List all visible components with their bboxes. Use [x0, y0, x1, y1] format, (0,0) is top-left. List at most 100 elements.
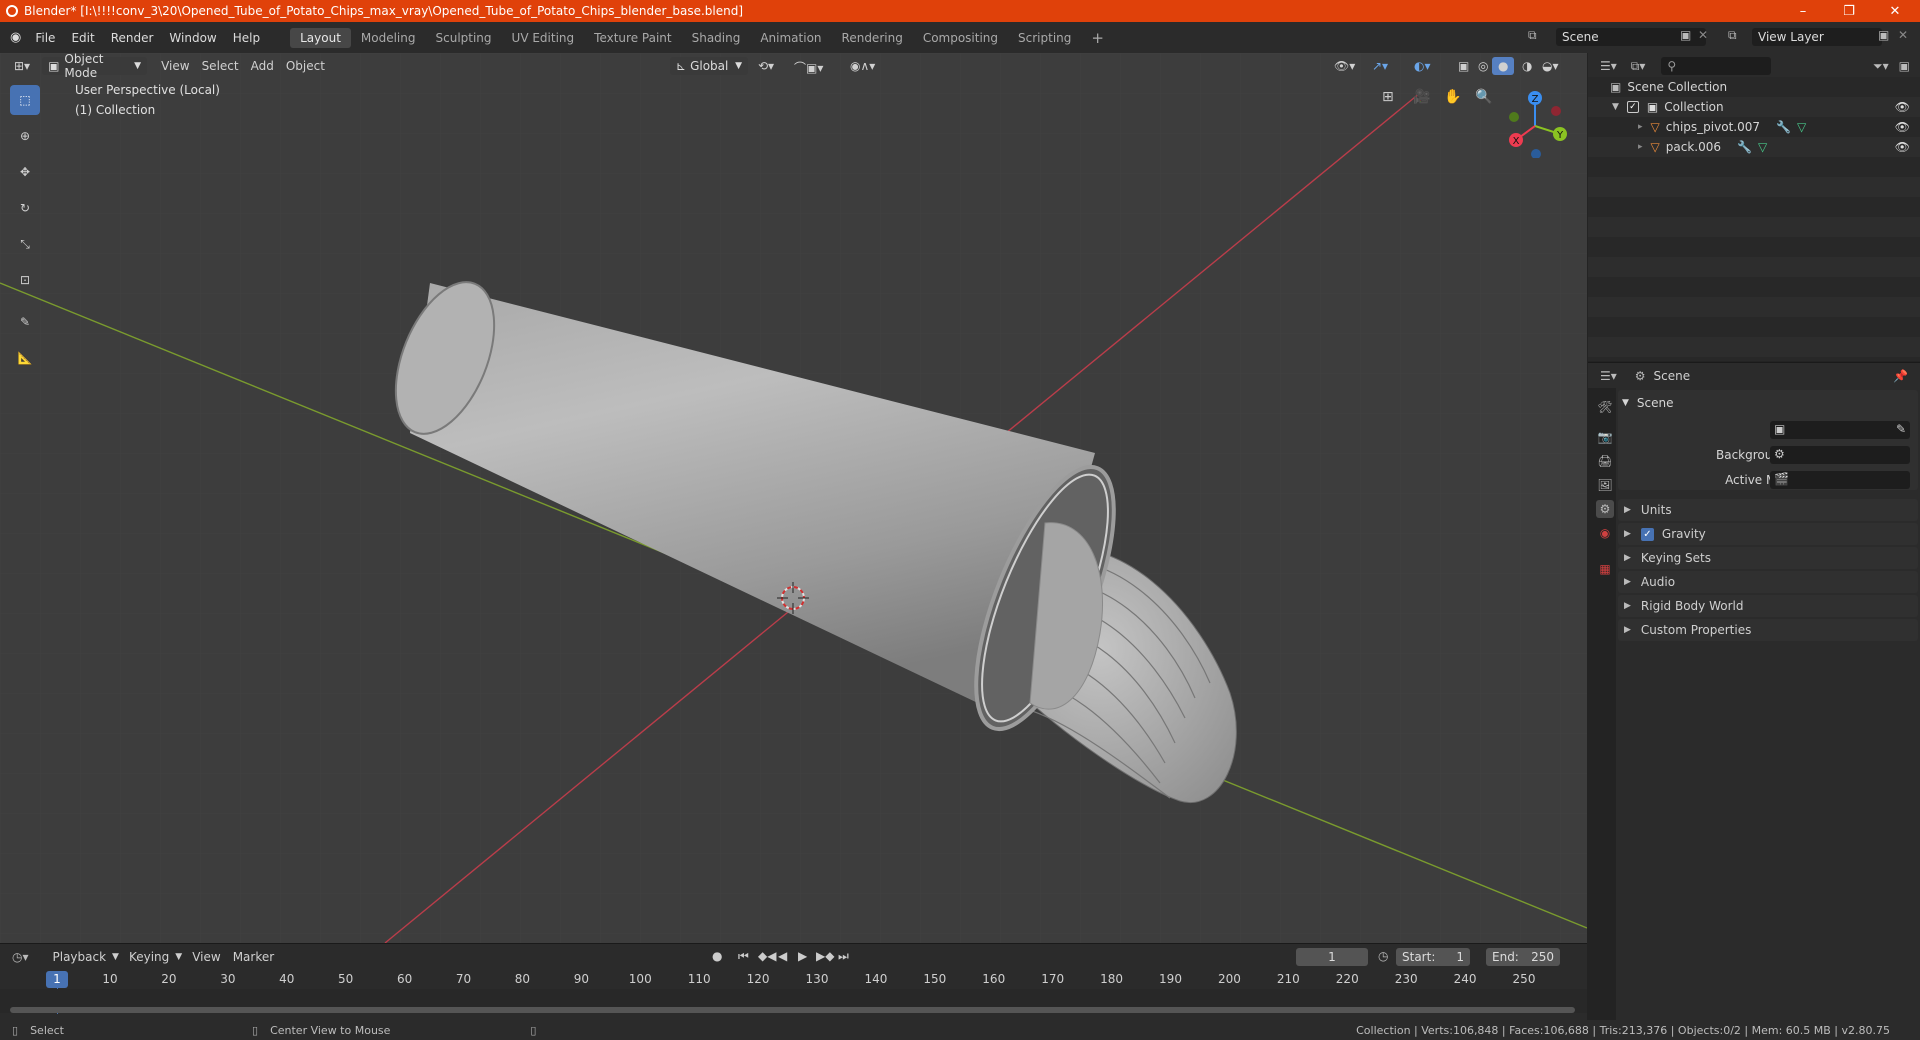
- timeline-scrollbar[interactable]: [10, 1007, 1575, 1013]
- menu-file[interactable]: File: [27, 31, 63, 45]
- viewport-menu-add[interactable]: Add: [245, 57, 280, 75]
- snap-icon[interactable]: ⌒▣▾: [788, 57, 829, 78]
- timeline-menu-view[interactable]: View: [186, 948, 226, 966]
- new-scene-icon[interactable]: ▣: [1680, 28, 1691, 42]
- maximize-button[interactable]: ❐: [1826, 0, 1872, 22]
- tab-layout[interactable]: Layout: [290, 27, 351, 48]
- gizmo-toggle-icon[interactable]: ↗▾: [1366, 57, 1394, 75]
- section-rigid-body-world[interactable]: ▶ Rigid Body World: [1618, 595, 1918, 617]
- blender-menu-icon[interactable]: ◉: [10, 30, 21, 45]
- render-tab-icon[interactable]: 📷: [1596, 428, 1614, 446]
- viewport-menu-object[interactable]: Object: [280, 57, 331, 75]
- view-layer-field[interactable]: View Layer: [1752, 28, 1882, 46]
- transform-tool[interactable]: ⊡: [10, 265, 40, 295]
- outliner-editor-icon[interactable]: ☰▾: [1600, 59, 1617, 73]
- timeline-menu-playback[interactable]: Playback: [47, 948, 113, 966]
- menu-render[interactable]: Render: [103, 31, 162, 45]
- menu-window[interactable]: Window: [161, 31, 224, 45]
- outliner-search-input[interactable]: ⚲: [1661, 57, 1772, 75]
- start-frame-field[interactable]: Start: 1: [1396, 948, 1470, 966]
- scene-selector-icon[interactable]: ⧉: [1528, 28, 1537, 43]
- new-view-layer-icon[interactable]: ▣: [1878, 28, 1889, 42]
- collection-checkbox[interactable]: ✓: [1626, 101, 1639, 113]
- scale-tool[interactable]: ⤡: [10, 229, 40, 259]
- prev-keyframe-icon[interactable]: ◆◀: [758, 949, 776, 963]
- tab-texture-paint[interactable]: Texture Paint: [584, 28, 681, 48]
- view-layer-tab-icon[interactable]: 🖼: [1596, 476, 1614, 494]
- gravity-checkbox[interactable]: ✓: [1640, 527, 1654, 541]
- section-keying-sets[interactable]: ▶ Keying Sets: [1618, 547, 1918, 569]
- outliner-row-chips-pivot[interactable]: ▸ ▽ chips_pivot.007 🔧 ▽ 👁: [1588, 117, 1920, 137]
- record-icon[interactable]: ●: [712, 949, 722, 963]
- output-tab-icon[interactable]: 🖨: [1596, 452, 1614, 470]
- tab-uv-editing[interactable]: UV Editing: [502, 28, 585, 48]
- filter-icon[interactable]: ⏷▾: [1873, 59, 1889, 74]
- close-button[interactable]: ✕: [1872, 0, 1918, 22]
- play-icon[interactable]: ▶: [798, 949, 807, 963]
- add-workspace-button[interactable]: +: [1081, 26, 1114, 50]
- viewport-menu-view[interactable]: View: [155, 57, 195, 75]
- expand-arrow-icon[interactable]: ▼: [1612, 102, 1619, 112]
- view-layer-icon[interactable]: ⧉: [1728, 28, 1737, 43]
- end-frame-field[interactable]: End: 250: [1486, 948, 1560, 966]
- object-mode-dropdown[interactable]: ▣ Object Mode ▼: [42, 53, 148, 80]
- expand-arrow-icon[interactable]: ▸: [1638, 142, 1643, 152]
- eyedropper-icon[interactable]: ✎: [1896, 422, 1906, 436]
- remove-view-layer-icon[interactable]: ✕: [1898, 28, 1908, 42]
- outliner-row-collection[interactable]: ▼ ✓ ▣ Collection 👁: [1588, 97, 1920, 117]
- camera-view-icon[interactable]: 🎥: [1413, 89, 1430, 105]
- cursor-tool[interactable]: ⊕: [10, 121, 40, 151]
- eye-icon[interactable]: 👁: [1895, 120, 1910, 134]
- camera-field[interactable]: ▣ ✎: [1770, 421, 1910, 439]
- properties-editor-icon[interactable]: ☰▾: [1600, 369, 1617, 383]
- timeline-menu-marker[interactable]: Marker: [227, 948, 280, 966]
- section-units[interactable]: ▶ Units: [1618, 499, 1918, 521]
- tab-compositing[interactable]: Compositing: [913, 28, 1008, 48]
- menu-help[interactable]: Help: [225, 31, 268, 45]
- display-mode-icon[interactable]: ⧉▾: [1631, 59, 1646, 74]
- solid-shading-icon[interactable]: ●: [1492, 57, 1515, 75]
- rendered-shading-icon[interactable]: ◒▾: [1536, 57, 1565, 75]
- visibility-icon[interactable]: 👁▾: [1328, 57, 1361, 75]
- overlay-toggle-icon[interactable]: ◐▾: [1408, 57, 1437, 75]
- eye-icon[interactable]: 👁: [1895, 100, 1910, 114]
- eye-icon[interactable]: 👁: [1895, 140, 1910, 154]
- scene-panel-header[interactable]: ▼ Scene: [1622, 392, 1920, 414]
- proportional-edit-icon[interactable]: ◉∧▾: [844, 57, 881, 75]
- play-reverse-icon[interactable]: ◀: [778, 949, 787, 963]
- editor-type-icon[interactable]: ⊞▾: [8, 57, 36, 75]
- background-scene-field[interactable]: ⚙: [1770, 446, 1910, 464]
- remove-scene-icon[interactable]: ✕: [1698, 28, 1708, 42]
- pan-hand-icon[interactable]: ✋: [1444, 89, 1461, 105]
- zoom-icon[interactable]: 🔍: [1475, 89, 1492, 105]
- pivot-icon[interactable]: ⟲▾: [752, 57, 780, 75]
- tab-shading[interactable]: Shading: [682, 28, 751, 48]
- tool-tab-icon[interactable]: 🛠: [1596, 398, 1614, 416]
- clock-icon[interactable]: ◷: [1378, 949, 1388, 963]
- texture-tab-icon[interactable]: ▦: [1596, 560, 1614, 578]
- minimize-button[interactable]: –: [1780, 0, 1826, 22]
- viewport-menu-select[interactable]: Select: [196, 57, 245, 75]
- section-custom-properties[interactable]: ▶ Custom Properties: [1618, 619, 1918, 641]
- menu-edit[interactable]: Edit: [63, 31, 102, 45]
- new-collection-icon[interactable]: ▣: [1899, 59, 1910, 73]
- jump-start-icon[interactable]: ⏮: [738, 949, 749, 964]
- toggle-perspective-icon[interactable]: ⊞: [1382, 89, 1394, 105]
- orientation-dropdown[interactable]: ⊾ Global ▼: [670, 57, 748, 75]
- 3d-viewport[interactable]: ⊞▾ ▣ Object Mode ▼ View Select Add Objec…: [0, 53, 1587, 943]
- active-movie-clip-field[interactable]: 🎬: [1770, 471, 1910, 489]
- tab-sculpting[interactable]: Sculpting: [426, 28, 502, 48]
- next-keyframe-icon[interactable]: ▶◆: [816, 949, 834, 963]
- select-box-tool[interactable]: ⬚: [10, 85, 40, 115]
- move-tool[interactable]: ✥: [10, 157, 40, 187]
- scene-tab-icon[interactable]: ⚙: [1596, 500, 1614, 518]
- measure-tool[interactable]: 📐: [10, 343, 40, 373]
- annotate-tool[interactable]: ✎: [10, 307, 40, 337]
- pin-icon[interactable]: 📌: [1893, 369, 1908, 383]
- tab-animation[interactable]: Animation: [750, 28, 831, 48]
- section-gravity[interactable]: ▶ ✓ Gravity: [1618, 523, 1918, 545]
- section-audio[interactable]: ▶ Audio: [1618, 571, 1918, 593]
- rotate-tool[interactable]: ↻: [10, 193, 40, 223]
- world-tab-icon[interactable]: ◉: [1596, 524, 1614, 542]
- current-frame-field[interactable]: 1: [1296, 948, 1368, 966]
